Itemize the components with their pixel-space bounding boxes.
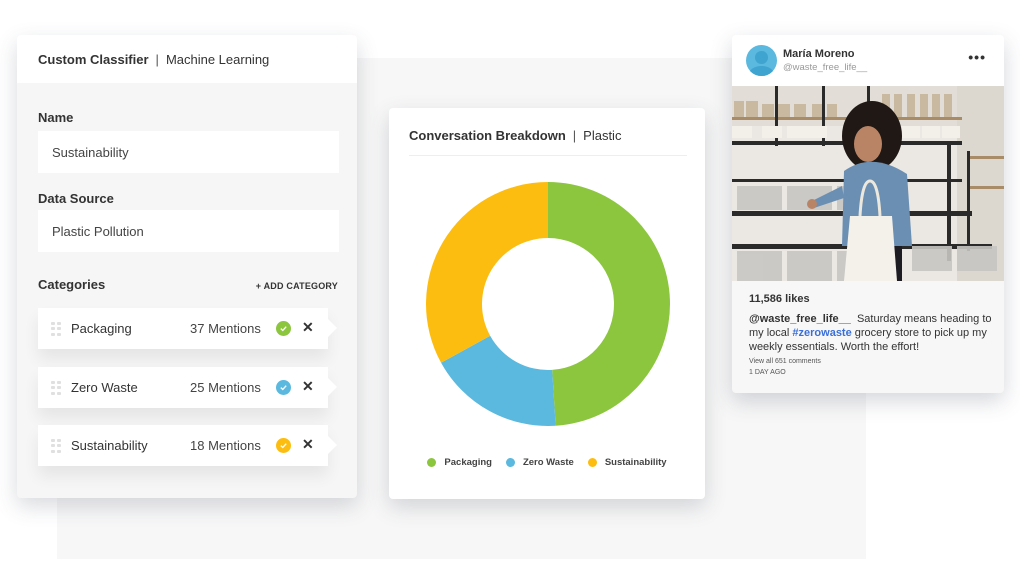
chart-title: Conversation Breakdown | Plastic (409, 128, 621, 143)
hashtag-link[interactable]: #zerowaste (792, 327, 851, 339)
legend-dot-icon (427, 458, 437, 467)
ellipsis-icon[interactable]: ••• (968, 49, 986, 65)
check-circle-icon[interactable] (276, 321, 291, 336)
donut-chart (426, 182, 670, 426)
legend-label: Sustainability (604, 457, 667, 468)
classifier-header: Custom Classifier | Machine Learning (17, 35, 357, 83)
divider (409, 155, 687, 156)
category-name: Sustainability (71, 438, 148, 453)
post-photo (732, 86, 1004, 281)
classifier-title: Custom Classifier (38, 52, 149, 67)
category-name: Packaging (71, 321, 132, 336)
check-circle-icon[interactable] (276, 438, 291, 453)
legend-dot-icon (505, 458, 515, 467)
chart-title-main: Conversation Breakdown (409, 128, 566, 143)
chart-subtitle: Plastic (583, 128, 622, 143)
title-separator: | (572, 128, 577, 143)
legend-item[interactable]: Sustainability (587, 457, 667, 468)
user-name[interactable]: María Moreno (783, 48, 855, 60)
caption-handle[interactable]: @waste_free_life__ (749, 313, 851, 325)
data-source-label: Data Source (38, 191, 114, 206)
post-header: María Moreno @waste_free_life__ ••• (732, 35, 1004, 86)
legend-label: Zero Waste (522, 457, 574, 468)
user-handle[interactable]: @waste_free_life__ (783, 62, 867, 73)
legend-dot-icon (587, 458, 597, 467)
legend-label: Packaging (444, 457, 492, 468)
legend-item[interactable]: Zero Waste (505, 457, 574, 468)
chart-legend: Packaging Zero Waste Sustainability (389, 457, 705, 468)
classifier-subtitle: Machine Learning (165, 52, 270, 67)
title-separator: | (155, 52, 159, 67)
remove-category-icon[interactable]: ✕ (302, 436, 314, 453)
category-mentions: 25 Mentions (190, 380, 261, 395)
likes-count: 11,586 likes (749, 293, 810, 305)
category-row[interactable]: Packaging 37 Mentions ✕ (38, 308, 337, 349)
add-category-button[interactable]: + ADD CATEGORY (256, 281, 338, 291)
categories-header: Categories + ADD CATEGORY (38, 277, 338, 297)
avatar[interactable] (746, 45, 777, 76)
category-row[interactable]: Zero Waste 25 Mentions ✕ (38, 367, 337, 408)
custom-classifier-card: Custom Classifier | Machine Learning Name … (17, 35, 357, 498)
donut-slice-sustainability[interactable] (426, 182, 548, 363)
category-mentions: 37 Mentions (190, 321, 261, 336)
legend-item[interactable]: Packaging (427, 457, 492, 468)
view-comments-link[interactable]: View all 651 comments (749, 358, 821, 365)
name-label: Name (38, 110, 74, 125)
category-name: Zero Waste (71, 380, 138, 395)
shopping-woman-photo (732, 86, 1004, 281)
remove-category-icon[interactable]: ✕ (302, 378, 314, 395)
category-row[interactable]: Sustainability 18 Mentions ✕ (38, 425, 337, 466)
data-source-input[interactable]: Plastic Pollution (38, 210, 339, 252)
post-caption: @waste_free_life__ Saturday means headin… (749, 312, 994, 354)
drag-handle-icon[interactable] (51, 381, 61, 395)
name-input[interactable]: Sustainability (38, 131, 339, 173)
conversation-breakdown-card: Conversation Breakdown | Plastic Packaging… (389, 108, 705, 499)
drag-handle-icon[interactable] (51, 322, 61, 336)
category-mentions: 18 Mentions (190, 438, 261, 453)
post-timestamp: 1 DAY AGO (749, 369, 786, 376)
drag-handle-icon[interactable] (51, 439, 61, 453)
donut-slice-packaging[interactable] (548, 182, 670, 426)
check-circle-icon[interactable] (276, 380, 291, 395)
social-post-card: María Moreno @waste_free_life__ ••• 11,5… (732, 35, 1004, 393)
categories-label: Categories (38, 277, 106, 292)
remove-category-icon[interactable]: ✕ (302, 319, 314, 336)
